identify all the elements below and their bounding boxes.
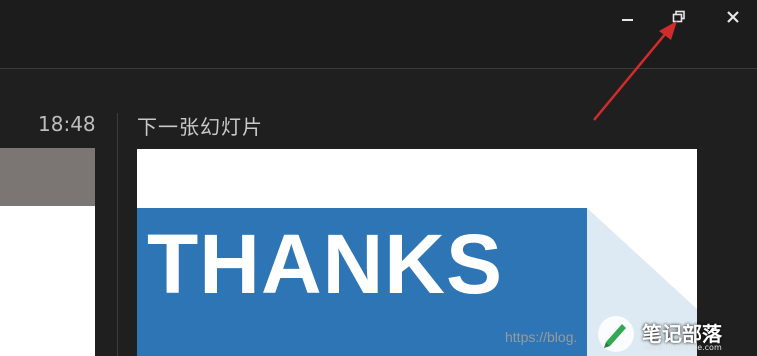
current-slide-preview[interactable] — [0, 148, 95, 356]
close-icon — [727, 11, 739, 23]
close-button[interactable] — [722, 6, 744, 28]
pane-divider — [117, 113, 118, 356]
brand-watermark: 笔记部落 www.notetribe.com — [596, 310, 757, 356]
watermark-url: https://blog. — [505, 329, 578, 345]
presentation-clock: 18:48 — [38, 112, 96, 136]
current-slide-band — [0, 148, 95, 206]
presenter-view: 18:48 下一张幻灯片 THANKS https://blog. 笔记部落 w… — [0, 0, 757, 356]
thanks-title: THANKS — [147, 217, 503, 311]
next-slide-label: 下一张幻灯片 — [137, 115, 263, 139]
brand-logo-icon — [598, 316, 634, 352]
annotation-arrow — [593, 21, 677, 121]
brand-subtitle: www.notetribe.com — [644, 343, 722, 352]
